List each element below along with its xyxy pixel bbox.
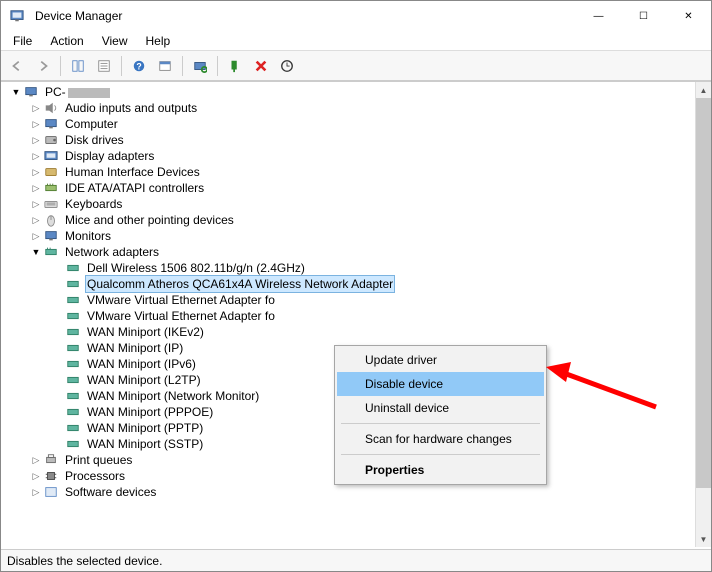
toolbar-help-button[interactable]: ? [127, 54, 151, 78]
tree-node-net-ikev2[interactable]: WAN Miniport (IKEv2) [1, 324, 711, 340]
toolbar-update-button[interactable] [275, 54, 299, 78]
app-icon [9, 8, 25, 24]
toolbar-scan-button[interactable] [188, 54, 212, 78]
software-icon [43, 484, 59, 500]
network-adapter-icon [65, 436, 81, 452]
tree-node-computer[interactable]: ▷Computer [1, 116, 711, 132]
hid-icon [43, 164, 59, 180]
context-scan-hardware[interactable]: Scan for hardware changes [337, 427, 544, 451]
mouse-icon [43, 212, 59, 228]
scroll-thumb[interactable] [696, 98, 711, 488]
context-disable-device[interactable]: Disable device [337, 372, 544, 396]
context-separator [341, 423, 540, 424]
network-adapter-icon [65, 260, 81, 276]
tree-node-disk[interactable]: ▷Disk drives [1, 132, 711, 148]
tree-node-display[interactable]: ▷Display adapters [1, 148, 711, 164]
network-adapter-icon [65, 372, 81, 388]
chevron-right-icon[interactable]: ▷ [29, 452, 43, 468]
toolbar-properties-button[interactable] [92, 54, 116, 78]
controller-icon [43, 180, 59, 196]
chevron-right-icon[interactable]: ▷ [29, 468, 43, 484]
network-adapter-icon [65, 420, 81, 436]
network-adapter-icon [65, 340, 81, 356]
chevron-right-icon[interactable]: ▷ [29, 100, 43, 116]
toolbar-uninstall-button[interactable] [249, 54, 273, 78]
tree-node-software[interactable]: ▷Software devices [1, 484, 711, 500]
status-text: Disables the selected device. [7, 554, 162, 568]
monitor-icon [43, 228, 59, 244]
tree-node-mice[interactable]: ▷Mice and other pointing devices [1, 212, 711, 228]
network-adapter-icon [65, 308, 81, 324]
window-controls: — ☐ ✕ [576, 1, 711, 31]
window-title: Device Manager [35, 9, 122, 23]
tree-node-audio[interactable]: ▷Audio inputs and outputs [1, 100, 711, 116]
network-adapter-icon [65, 388, 81, 404]
tree-node-net-dell[interactable]: Dell Wireless 1506 802.11b/g/n (2.4GHz) [1, 260, 711, 276]
toolbar-action-button[interactable] [153, 54, 177, 78]
toolbar-show-hide-button[interactable] [66, 54, 90, 78]
chevron-right-icon[interactable]: ▷ [29, 116, 43, 132]
toolbar-enable-button[interactable] [223, 54, 247, 78]
context-menu: Update driver Disable device Uninstall d… [334, 345, 547, 485]
tree-node-ide[interactable]: ▷IDE ATA/ATAPI controllers [1, 180, 711, 196]
context-separator [341, 454, 540, 455]
toolbar-back-button[interactable] [5, 54, 29, 78]
title-bar: Device Manager — ☐ ✕ [1, 1, 711, 31]
cpu-icon [43, 468, 59, 484]
minimize-button[interactable]: — [576, 1, 621, 31]
network-adapter-icon [65, 276, 81, 292]
chevron-right-icon[interactable]: ▷ [29, 228, 43, 244]
chevron-down-icon[interactable]: ▼ [9, 84, 23, 100]
vertical-scrollbar[interactable]: ▲ ▼ [695, 82, 711, 547]
chevron-right-icon[interactable]: ▷ [29, 180, 43, 196]
display-icon [43, 148, 59, 164]
speaker-icon [43, 100, 59, 116]
network-icon [43, 244, 59, 260]
redacted-text [68, 88, 110, 98]
scroll-down-button[interactable]: ▼ [696, 531, 711, 547]
context-update-driver[interactable]: Update driver [337, 348, 544, 372]
menu-file[interactable]: File [5, 32, 40, 50]
tree-node-network-adapters[interactable]: ▼Network adapters [1, 244, 711, 260]
toolbar-forward-button[interactable] [31, 54, 55, 78]
tree-node-net-vmware1[interactable]: VMware Virtual Ethernet Adapter fo [1, 292, 711, 308]
menu-action[interactable]: Action [42, 32, 91, 50]
printer-icon [43, 452, 59, 468]
toolbar: ? [1, 51, 711, 81]
scroll-up-button[interactable]: ▲ [696, 82, 711, 98]
network-adapter-icon [65, 292, 81, 308]
pc-icon [43, 116, 59, 132]
network-adapter-icon [65, 404, 81, 420]
context-uninstall-device[interactable]: Uninstall device [337, 396, 544, 420]
chevron-right-icon[interactable]: ▷ [29, 164, 43, 180]
status-bar: Disables the selected device. [1, 549, 711, 571]
close-button[interactable]: ✕ [666, 1, 711, 31]
chevron-right-icon[interactable]: ▷ [29, 148, 43, 164]
disk-icon [43, 132, 59, 148]
computer-icon [23, 84, 39, 100]
menu-view[interactable]: View [94, 32, 136, 50]
chevron-right-icon[interactable]: ▷ [29, 212, 43, 228]
tree-root-pc[interactable]: ▼ PC- [1, 84, 711, 100]
keyboard-icon [43, 196, 59, 212]
device-tree-container: ▼ PC- ▷Audio inputs and outputs ▷Compute… [1, 81, 711, 547]
svg-text:?: ? [136, 61, 141, 71]
tree-node-hid[interactable]: ▷Human Interface Devices [1, 164, 711, 180]
root-label: PC- [43, 84, 112, 100]
tree-node-net-vmware2[interactable]: VMware Virtual Ethernet Adapter fo [1, 308, 711, 324]
menu-bar: File Action View Help [1, 31, 711, 51]
tree-node-keyboards[interactable]: ▷Keyboards [1, 196, 711, 212]
network-adapter-icon [65, 356, 81, 372]
chevron-right-icon[interactable]: ▷ [29, 132, 43, 148]
context-properties[interactable]: Properties [337, 458, 544, 482]
chevron-down-icon[interactable]: ▼ [29, 244, 43, 260]
maximize-button[interactable]: ☐ [621, 1, 666, 31]
chevron-right-icon[interactable]: ▷ [29, 196, 43, 212]
chevron-right-icon[interactable]: ▷ [29, 484, 43, 500]
tree-node-net-qualcomm[interactable]: Qualcomm Atheros QCA61x4A Wireless Netwo… [1, 276, 711, 292]
menu-help[interactable]: Help [138, 32, 179, 50]
tree-node-monitors[interactable]: ▷Monitors [1, 228, 711, 244]
network-adapter-icon [65, 324, 81, 340]
